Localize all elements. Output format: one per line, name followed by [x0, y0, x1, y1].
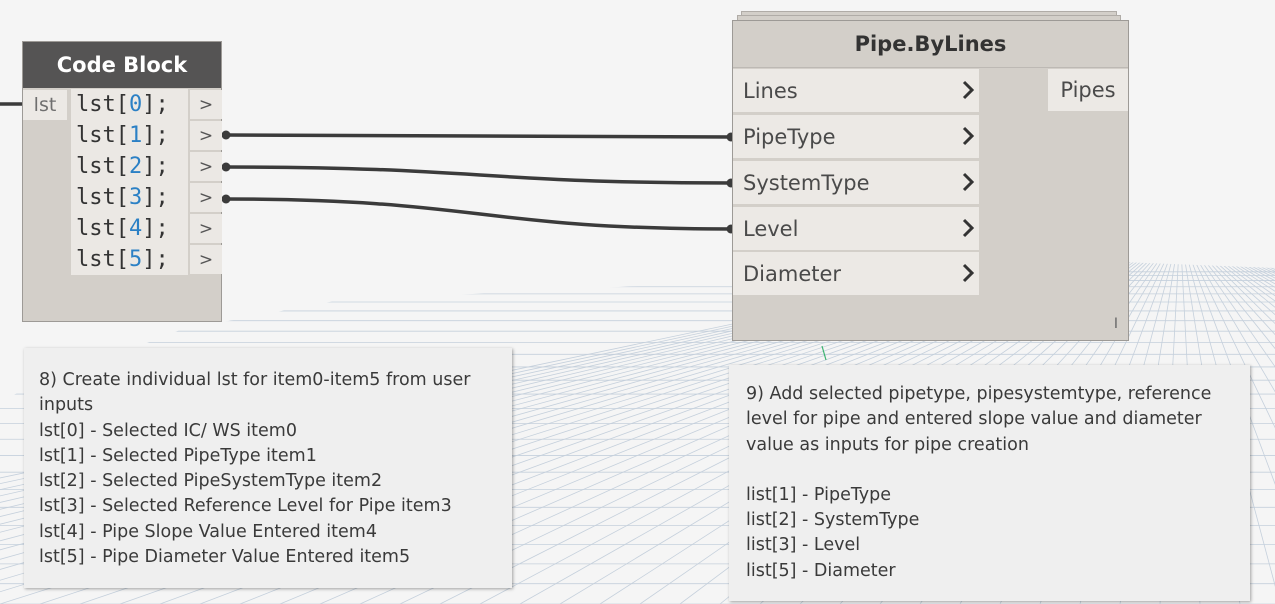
note-line: list[5] - Diameter — [746, 560, 896, 581]
code-index: 1 — [128, 123, 143, 148]
port-label: Lines — [743, 78, 798, 103]
code-line[interactable]: lst[0]; — [71, 89, 188, 120]
code-line[interactable]: lst[3]; — [71, 182, 188, 213]
pipe-node-title[interactable]: Pipe.ByLines — [733, 21, 1128, 68]
note-line: lst[4] - Pipe Slope Value Entered item4 — [39, 521, 377, 542]
note-step-9[interactable]: 9) Add selected pipetype, pipesystemtype… — [729, 365, 1250, 601]
note-line: lst[0] - Selected IC/ WS item0 — [39, 420, 297, 441]
code-text: lst[ — [76, 92, 129, 117]
code-text: ]; — [142, 154, 169, 179]
code-block-input-port[interactable]: lst — [23, 90, 67, 120]
output-port-lst0[interactable]: > — [190, 90, 222, 119]
code-text: lst[ — [76, 123, 129, 148]
chevron-right-icon — [962, 80, 975, 100]
code-index: 0 — [128, 92, 143, 117]
note-line: 8) Create individual lst for item0-item5… — [39, 370, 471, 390]
input-port-level[interactable]: Level — [733, 207, 979, 250]
code-text: lst[ — [76, 247, 129, 272]
code-index: 2 — [128, 154, 143, 179]
chevron-right-icon — [962, 218, 975, 238]
code-text: ]; — [142, 185, 169, 210]
code-index: 4 — [128, 216, 143, 241]
output-port-lst4[interactable]: > — [190, 214, 222, 243]
note-line: lst[2] - Selected PipeSystemType item2 — [39, 471, 383, 492]
chevron-right-icon — [962, 126, 975, 146]
code-index: 3 — [128, 185, 143, 210]
note-line: level for pipe and entered slope value a… — [746, 409, 1202, 430]
code-text: ]; — [142, 92, 169, 117]
input-port-diameter[interactable]: Diameter — [733, 252, 979, 295]
output-port-lst2[interactable]: > — [190, 152, 222, 181]
code-line[interactable]: lst[2]; — [71, 151, 188, 182]
note-line: lst[5] - Pipe Diameter Value Entered ite… — [39, 547, 411, 568]
chevron-right-icon — [962, 263, 975, 283]
code-block-title[interactable]: Code Block — [23, 42, 221, 88]
output-port-lst1[interactable]: > — [190, 121, 222, 150]
output-port-lst5[interactable]: > — [190, 245, 222, 274]
output-port-lst3[interactable]: > — [190, 183, 222, 212]
note-line: list[2] - SystemType — [746, 510, 920, 531]
note-line — [746, 458, 1240, 483]
port-label: Diameter — [743, 261, 842, 286]
chevron-right-icon — [962, 172, 975, 192]
lacing-indicator[interactable]: I — [1114, 316, 1118, 332]
code-index: 5 — [128, 247, 143, 272]
input-port-lines[interactable]: Lines — [733, 69, 979, 112]
input-port-systemtype[interactable]: SystemType — [733, 161, 979, 204]
port-label: Level — [743, 216, 799, 241]
note-line: 9) Add selected pipetype, pipesystemtype… — [746, 384, 1212, 404]
port-label: PipeType — [743, 124, 836, 149]
code-block-editor[interactable]: lst[0]; lst[1]; lst[2]; lst[3]; lst[4]; … — [71, 89, 188, 275]
note-line: list[1] - PipeType — [746, 484, 892, 505]
note-line: value as inputs for pipe creation — [746, 434, 1029, 455]
code-text: lst[ — [76, 154, 129, 179]
pipe-bylines-node[interactable]: Pipe.ByLines Lines PipeType SystemType L… — [732, 20, 1129, 341]
note-step-8[interactable]: 8) Create individual lst for item0-item5… — [24, 348, 512, 588]
code-text: ]; — [142, 123, 169, 148]
port-label: SystemType — [743, 170, 870, 195]
code-text: lst[ — [76, 216, 129, 241]
note-line: inputs — [39, 395, 94, 416]
code-line[interactable]: lst[1]; — [71, 120, 188, 151]
code-line[interactable]: lst[4]; — [71, 213, 188, 244]
code-text: lst[ — [76, 185, 129, 210]
output-port-pipes[interactable]: Pipes — [1048, 69, 1128, 111]
note-line: list[3] - Level — [746, 535, 861, 556]
code-block-node[interactable]: Code Block lst lst[0]; lst[1]; lst[2]; l… — [22, 41, 222, 322]
code-line[interactable]: lst[5]; — [71, 244, 188, 275]
input-port-pipetype[interactable]: PipeType — [733, 115, 979, 158]
note-line: lst[3] - Selected Reference Level for Pi… — [39, 496, 452, 517]
code-text: ]; — [142, 216, 169, 241]
code-text: ]; — [142, 247, 169, 272]
note-line: lst[1] - Selected PipeType item1 — [39, 445, 317, 466]
code-block-output-ports: > > > > > > — [190, 90, 222, 276]
